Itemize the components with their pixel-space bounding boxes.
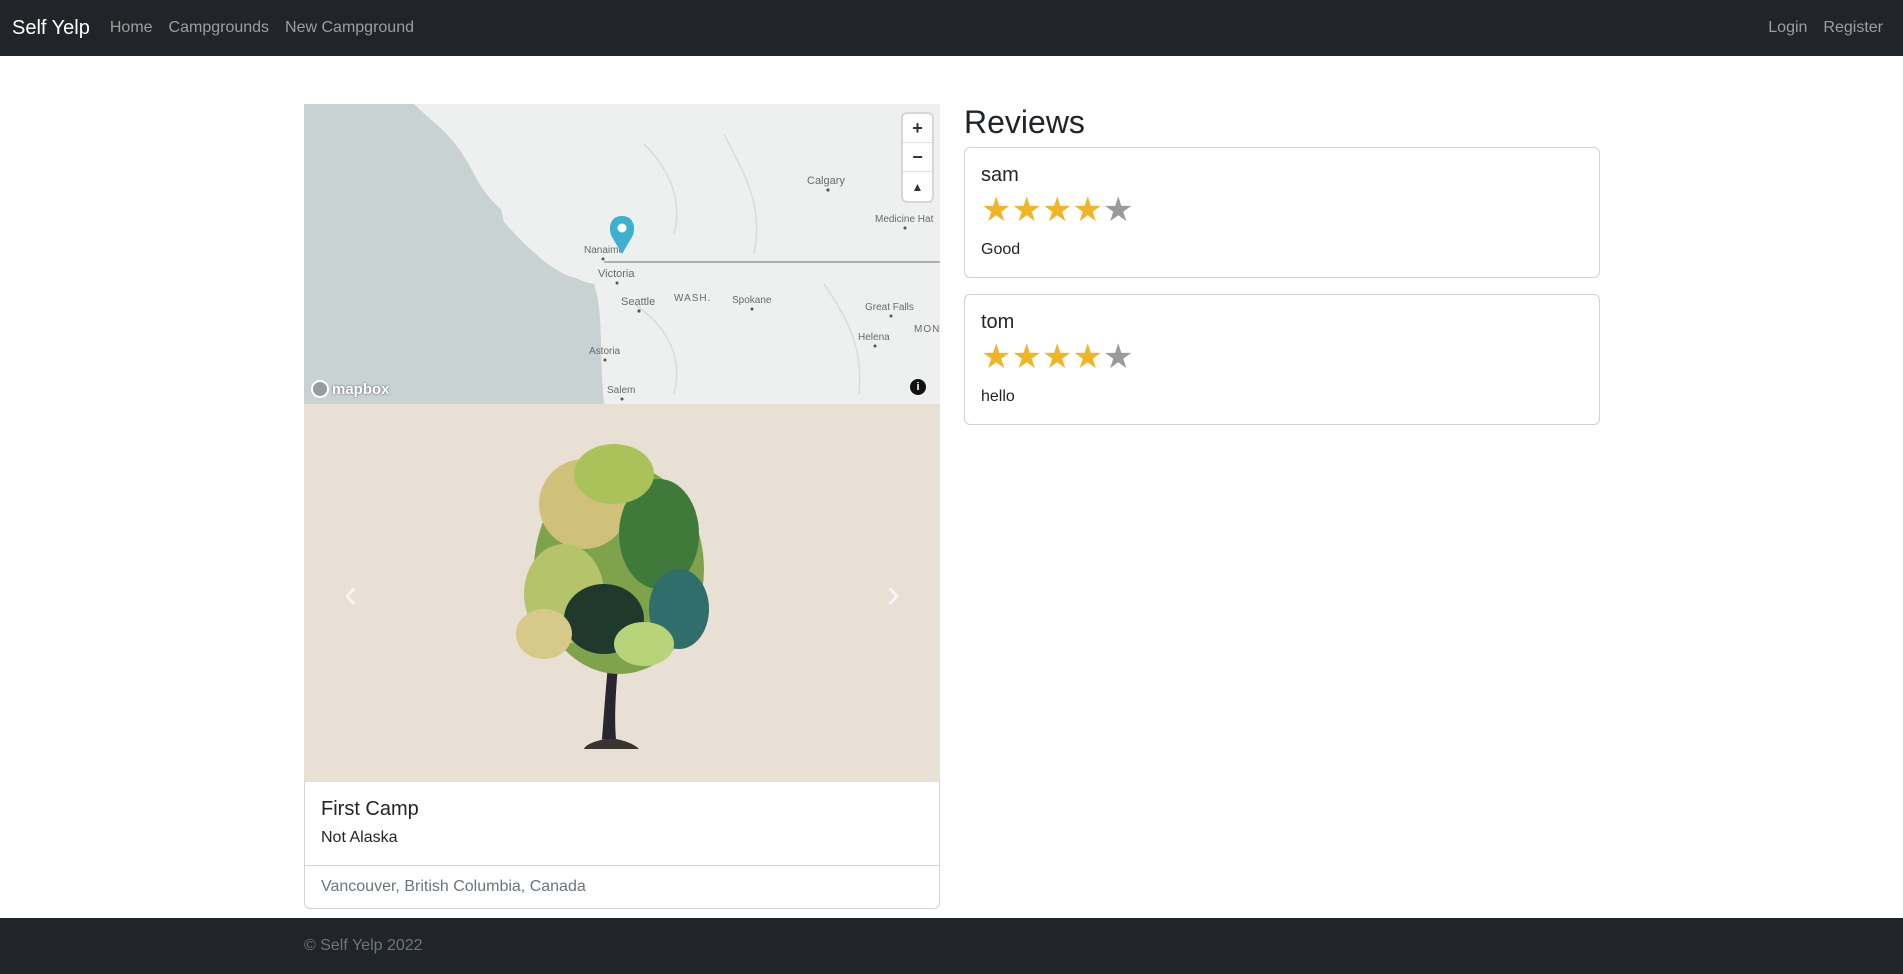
brand-link[interactable]: Self Yelp bbox=[12, 17, 90, 40]
star-filled-icon: ★ bbox=[1011, 338, 1042, 376]
review-card: tom ★ ★ ★ ★ ★ hello bbox=[964, 294, 1600, 425]
reviews-heading: Reviews bbox=[964, 104, 1085, 140]
carousel-next-button[interactable]: › bbox=[887, 572, 900, 617]
mapbox-logo[interactable]: mapbox bbox=[311, 380, 390, 398]
nav-link-new-campground[interactable]: New Campground bbox=[277, 19, 422, 37]
star-filled-icon: ★ bbox=[1011, 191, 1042, 229]
campground-card-body: First Camp Not Alaska bbox=[305, 781, 939, 865]
star-rating: ★ ★ ★ ★ ★ bbox=[981, 340, 1583, 374]
star-rating: ★ ★ ★ ★ ★ bbox=[981, 193, 1583, 227]
map-label-mont: MONT bbox=[914, 324, 940, 335]
star-empty-icon: ★ bbox=[1102, 338, 1134, 376]
map-label-medicine-hat: Medicine Hat bbox=[875, 214, 934, 225]
star-filled-icon: ★ bbox=[981, 191, 1012, 229]
tree-illustration-icon bbox=[516, 444, 709, 749]
star-empty-icon: ★ bbox=[1102, 191, 1134, 229]
nav-right: Login Register bbox=[1760, 19, 1891, 37]
star-filled-icon: ★ bbox=[1072, 191, 1103, 229]
map-label-wash: WASH. bbox=[674, 293, 711, 304]
campground-column: Calgary Medicine Hat Nanaimo Victoria Se… bbox=[304, 104, 940, 909]
nav-link-campgrounds[interactable]: Campgrounds bbox=[161, 19, 278, 37]
review-author: sam bbox=[981, 164, 1019, 186]
star-filled-icon: ★ bbox=[1041, 191, 1073, 229]
mapbox-logo-text: mapbox bbox=[332, 380, 390, 398]
map-label-great-falls: Great Falls bbox=[865, 302, 914, 313]
review-author: tom bbox=[981, 311, 1015, 333]
campground-card: First Camp Not Alaska Vancouver, British… bbox=[304, 781, 940, 909]
zoom-in-button[interactable]: + bbox=[903, 114, 932, 143]
mapbox-logo-icon bbox=[311, 380, 329, 398]
star-filled-icon: ★ bbox=[1072, 338, 1103, 376]
footer: © Self Yelp 2022 bbox=[0, 918, 1903, 974]
attribution-info-icon[interactable]: i bbox=[910, 379, 926, 395]
campground-location: Vancouver, British Columbia, Canada bbox=[305, 865, 939, 908]
map-tiles: Calgary Medicine Hat Nanaimo Victoria Se… bbox=[304, 104, 940, 404]
campground-image bbox=[516, 444, 709, 749]
star-filled-icon: ★ bbox=[981, 338, 1012, 376]
zoom-out-button[interactable]: − bbox=[903, 143, 932, 172]
review-body: Good bbox=[981, 241, 1021, 258]
map-controls: + − ▲ bbox=[903, 114, 932, 201]
reviews-column: Reviews sam ★ ★ ★ ★ ★ Good tom ★ ★ ★ ★ ★ hello bbox=[964, 104, 1600, 441]
map-label-spokane: Spokane bbox=[732, 295, 772, 306]
compass-button[interactable]: ▲ bbox=[903, 172, 932, 201]
map-label-seattle: Seattle bbox=[621, 296, 655, 308]
map-label-calgary: Calgary bbox=[807, 175, 845, 187]
map-label-salem: Salem bbox=[607, 385, 635, 396]
campground-title: First Camp bbox=[321, 798, 419, 820]
map[interactable]: Calgary Medicine Hat Nanaimo Victoria Se… bbox=[304, 104, 940, 404]
navbar: Self Yelp Home Campgrounds New Campgroun… bbox=[0, 0, 1903, 56]
image-carousel: ‹ › bbox=[304, 404, 940, 781]
map-label-victoria: Victoria bbox=[598, 268, 635, 280]
review-card: sam ★ ★ ★ ★ ★ Good bbox=[964, 147, 1600, 278]
campground-description: Not Alaska bbox=[321, 829, 398, 846]
footer-copyright: © Self Yelp 2022 bbox=[304, 937, 423, 954]
map-label-helena: Helena bbox=[858, 332, 890, 343]
nav-link-home[interactable]: Home bbox=[102, 19, 161, 37]
star-filled-icon: ★ bbox=[1041, 338, 1073, 376]
map-label-astoria: Astoria bbox=[589, 346, 621, 357]
nav-link-login[interactable]: Login bbox=[1760, 19, 1815, 37]
review-body: hello bbox=[981, 388, 1015, 405]
carousel-prev-button[interactable]: ‹ bbox=[344, 572, 357, 617]
nav-link-register[interactable]: Register bbox=[1815, 19, 1891, 37]
